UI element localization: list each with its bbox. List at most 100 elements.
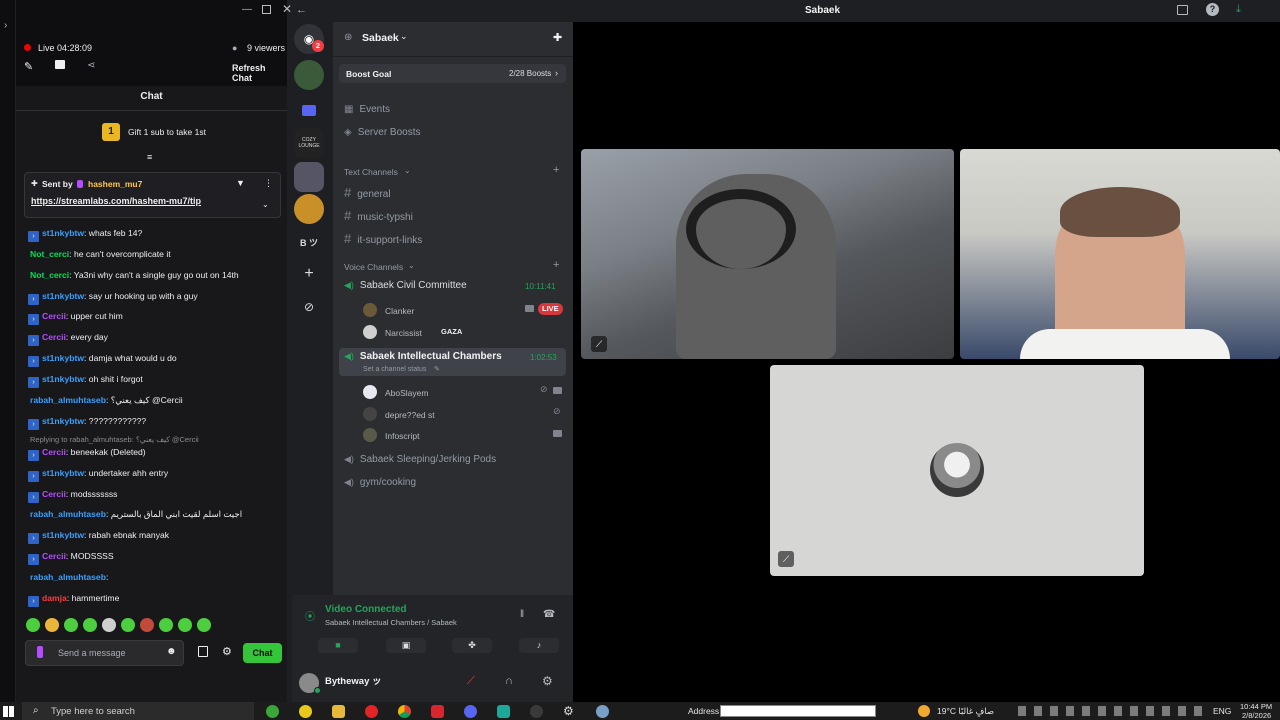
server-icon[interactable] — [294, 194, 324, 224]
voice-user-clanker[interactable]: Clanker — [363, 303, 414, 317]
tray-icons[interactable] — [1018, 706, 1208, 716]
chat-send-button[interactable]: Chat — [243, 643, 282, 663]
collapse-icon[interactable]: ≡ — [147, 152, 152, 162]
address-input[interactable] — [720, 705, 876, 717]
voice-user-infoscript[interactable]: Infoscript — [363, 428, 420, 442]
chat-username[interactable]: rabah_almuhtaseb — [30, 509, 106, 519]
soundboard-button[interactable]: ♪ — [519, 638, 559, 653]
disconnect-icon[interactable]: ☎ — [543, 609, 555, 620]
add-channel-icon[interactable]: + — [553, 164, 559, 176]
windows-start-icon[interactable] — [3, 706, 14, 717]
chat-username[interactable]: st1nkybtw — [42, 530, 84, 540]
pencil-icon[interactable]: ✎ — [24, 60, 33, 73]
pinned-expand-icon[interactable]: ⌄ — [262, 200, 269, 209]
voice-user-depressed[interactable]: depre??ed st — [363, 407, 435, 421]
emote-icon[interactable] — [45, 618, 59, 632]
chat-username[interactable]: Not_cerci — [30, 249, 69, 259]
chevron-right-icon[interactable]: › — [4, 20, 7, 31]
emote-icon[interactable] — [178, 618, 192, 632]
server-boosts-item[interactable]: ◈ Server Boosts — [344, 127, 421, 138]
voice-channel-civil[interactable]: ◀) Sabaek Civil Committee — [344, 280, 467, 291]
chat-username[interactable]: Not_cerci — [30, 270, 69, 280]
events-item[interactable]: ▦ Events — [344, 104, 390, 115]
server-icon[interactable] — [294, 60, 324, 90]
pinned-user[interactable]: hashem_mu7 — [88, 179, 142, 189]
chat-username[interactable]: Cercii — [42, 447, 66, 457]
server-cozy-lounge[interactable]: COZY LOUNGE — [294, 128, 324, 158]
clock-date[interactable]: 2/8/2026 — [1242, 711, 1271, 720]
refresh-chat-button[interactable]: Refresh Chat — [232, 63, 287, 83]
obs-icon[interactable] — [530, 705, 543, 718]
settings-icon[interactable]: ⚙ — [222, 645, 232, 658]
chrome-icon[interactable] — [398, 705, 411, 718]
app-icon[interactable] — [497, 705, 510, 718]
voice-user-aboslayem[interactable]: AboSlayem — [363, 385, 428, 399]
voice-channel-gym[interactable]: ◀) gym/cooking — [344, 477, 416, 488]
chat-username[interactable]: Cercii — [42, 551, 66, 561]
maximize-icon[interactable] — [262, 5, 271, 14]
channel-it-support[interactable]: # it-support-links — [344, 231, 422, 246]
download-icon[interactable]: ⤓ — [1236, 3, 1241, 16]
store-icon[interactable] — [198, 646, 208, 657]
server-icon[interactable] — [294, 162, 324, 192]
chat-username[interactable]: st1nkybtw — [42, 353, 84, 363]
discord-taskbar-icon[interactable] — [464, 705, 477, 718]
opera-icon[interactable] — [365, 705, 378, 718]
discover-icon[interactable]: ⊘ — [294, 292, 324, 322]
chat-username[interactable]: st1nkybtw — [42, 228, 84, 238]
video-tile-2[interactable] — [960, 149, 1280, 359]
noise-suppression-icon[interactable]: ǁ — [520, 609, 524, 620]
server-text-icon[interactable]: B ツ — [294, 227, 324, 257]
emote-icon[interactable] — [140, 618, 154, 632]
voice-channel-sleeping[interactable]: ◀) Sabaek Sleeping/Jerking Pods — [344, 454, 496, 465]
chat-username[interactable]: st1nkybtw — [42, 374, 84, 384]
emote-icon[interactable] — [197, 618, 211, 632]
add-channel-icon[interactable]: + — [553, 259, 559, 271]
chat-username[interactable]: Cercii — [42, 489, 66, 499]
gift-leaderboard-text[interactable]: Gift 1 sub to take 1st — [128, 127, 206, 137]
headphones-icon[interactable]: ∩ — [505, 675, 513, 687]
file-explorer-icon[interactable] — [332, 705, 345, 718]
settings-taskbar-icon[interactable]: ⚙ — [563, 705, 576, 718]
edit-icon[interactable]: ✎ — [434, 365, 440, 373]
app-icon[interactable] — [431, 705, 444, 718]
clip-icon[interactable] — [55, 60, 65, 69]
invite-icon[interactable]: ✚ — [553, 31, 562, 44]
text-channels-header[interactable]: Text Channels — [344, 167, 398, 177]
pinned-more-icon[interactable]: ⋮ — [264, 178, 273, 189]
chat-username[interactable]: st1nkybtw — [42, 291, 84, 301]
voice-channel-intellectual[interactable]: ◀) Sabaek Intellectual Chambers — [344, 351, 502, 362]
emote-icon[interactable] — [159, 618, 173, 632]
minimize-icon[interactable]: — — [242, 4, 252, 15]
chat-username[interactable]: st1nkybtw — [42, 468, 84, 478]
chat-username[interactable]: rabah_almuhtaseb — [30, 572, 106, 582]
chat-username[interactable]: damja — [42, 593, 67, 603]
chat-username[interactable]: rabah_almuhtaseb — [30, 395, 106, 405]
inbox-icon[interactable] — [1177, 5, 1188, 15]
video-tile-3[interactable]: ⟋ — [770, 365, 1144, 576]
emote-icon[interactable] — [102, 618, 116, 632]
clock-time[interactable]: 10:44 PM — [1240, 702, 1272, 711]
voice-user-narcissist[interactable]: Narcissist — [363, 325, 422, 339]
emoji-icon[interactable]: ☻ — [166, 646, 177, 657]
emote-icon[interactable] — [121, 618, 135, 632]
connection-location[interactable]: Sabaek Intellectual Chambers / Sabaek — [325, 618, 457, 627]
help-icon[interactable]: ? — [1206, 3, 1219, 16]
voice-channels-header[interactable]: Voice Channels — [344, 262, 403, 272]
chat-username[interactable]: st1nkybtw — [42, 416, 84, 426]
channel-music[interactable]: # music-typshi — [344, 208, 413, 223]
emote-icon[interactable] — [83, 618, 97, 632]
channel-general[interactable]: # general — [344, 185, 391, 200]
pinned-pin-icon[interactable]: ▼ — [236, 178, 245, 188]
mic-muted-icon[interactable]: ⟋ — [467, 675, 475, 688]
share-icon[interactable]: ⋖ — [87, 60, 95, 71]
user-name[interactable]: Bytheway ッ — [325, 673, 382, 687]
video-tile-1[interactable]: ⟋ — [581, 149, 954, 359]
norton-icon[interactable] — [299, 705, 312, 718]
xbox-icon[interactable] — [266, 705, 279, 718]
emote-icon[interactable] — [64, 618, 78, 632]
activities-button[interactable]: ✤ — [452, 638, 492, 653]
weather-text[interactable]: 19°C صافٍ غالبًا — [937, 706, 994, 717]
language-indicator[interactable]: ENG — [1213, 706, 1231, 716]
chevron-down-icon[interactable]: ⌄ — [400, 31, 408, 42]
